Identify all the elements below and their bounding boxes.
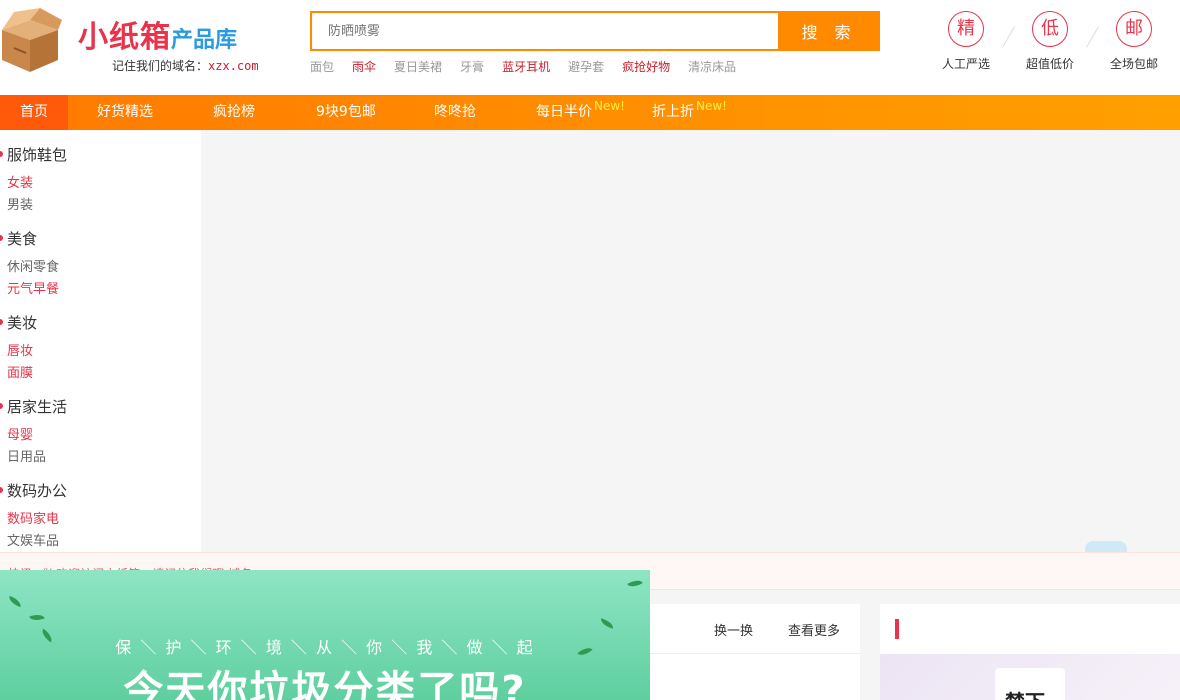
category-dot-icon: [0, 151, 3, 157]
logo-sub-text: 产品库: [171, 28, 238, 53]
hot-search-words: 面包 雨伞 夏日美裙 牙膏 蓝牙耳机 避孕套 疯抢好物 清凉床品: [310, 58, 810, 76]
search-button[interactable]: 搜 索: [778, 11, 880, 51]
category-dot-icon: [0, 403, 3, 409]
nav-item[interactable]: 好货精选: [97, 95, 153, 130]
category-title[interactable]: 服饰鞋包: [7, 144, 67, 165]
hot-word-link[interactable]: 牙膏: [460, 58, 484, 75]
category-link[interactable]: 女装: [7, 172, 33, 191]
nav-item[interactable]: 咚咚抢: [434, 95, 476, 130]
search-input[interactable]: [312, 13, 780, 49]
logo-main-text: 小纸箱: [78, 20, 171, 55]
leaf-icon: [627, 576, 643, 591]
domain-prefix: 记住我们的域名：: [112, 59, 209, 73]
nav-item-label: 首页: [20, 104, 48, 120]
product-card-text: 楚下: [1005, 686, 1045, 700]
ad-title: 今天你垃圾分类了吗?: [123, 668, 527, 700]
hot-word-link[interactable]: 夏日美裙: [394, 58, 442, 75]
promise-label: 人工严选: [941, 57, 990, 71]
hot-word-link[interactable]: 蓝牙耳机: [502, 58, 550, 75]
promise-item: 精人工严选: [930, 11, 1002, 72]
new-badge: New!: [594, 99, 625, 113]
hot-word-link[interactable]: 面包: [310, 58, 334, 75]
nav-item[interactable]: 每日半价 New!: [536, 95, 625, 130]
new-badge: New!: [696, 99, 727, 113]
nav-item-label: 折上折: [652, 104, 694, 120]
category-link[interactable]: 男装: [7, 194, 33, 213]
search-bar: 搜 索: [310, 11, 880, 51]
nav-item[interactable]: 疯抢榜: [213, 95, 255, 130]
promise-item: 邮全场包邮: [1098, 11, 1170, 72]
hot-word-link[interactable]: 雨伞: [352, 58, 376, 75]
category-dot-icon: [0, 487, 3, 493]
hot-word-link[interactable]: 疯抢好物: [622, 58, 670, 75]
nav-item[interactable]: 折上折 New!: [652, 95, 727, 130]
product-card[interactable]: 楚下: [995, 668, 1065, 700]
nav-item[interactable]: 首页: [0, 95, 68, 130]
nav-item-label: 好货精选: [97, 104, 153, 120]
recommend-panel: 换一换 查看更多: [648, 604, 860, 700]
category-link[interactable]: 数码家电: [7, 508, 59, 527]
site-header: 小纸箱产品库 记住我们的域名：xzx.com 搜 索 面包 雨伞 夏日美裙 牙膏 蓝牙耳…: [0, 0, 1180, 95]
promise-badge-icon: 邮: [1116, 11, 1152, 47]
category-dot-icon: [0, 319, 3, 325]
promise-badge-icon: 低: [1032, 11, 1068, 47]
category-link[interactable]: 面膜: [7, 362, 33, 381]
promise-badge-icon: 精: [948, 11, 984, 47]
promise-label: 超值低价: [1025, 57, 1074, 71]
leaf-icon: [29, 611, 45, 624]
promise-item: 低超值低价: [1014, 11, 1086, 72]
hot-word-link[interactable]: 清凉床品: [688, 58, 736, 75]
section-marker: [895, 619, 899, 639]
service-promises: 精人工严选低超值低价邮全场包邮: [930, 11, 1180, 81]
hot-word-link[interactable]: 避孕套: [568, 58, 604, 75]
category-title[interactable]: 数码办公: [7, 480, 67, 501]
panel-divider: [648, 653, 860, 654]
nav-item-label: 9块9包邮: [316, 104, 376, 120]
nav-item[interactable]: 9块9包邮: [316, 95, 376, 130]
category-title[interactable]: 美食: [7, 228, 37, 249]
ad-subtitle: 保 ＼ 护 ＼ 环 ＼ 境 ＼ 从 ＼ 你 ＼ 我 ＼ 做 ＼ 起: [115, 638, 535, 657]
category-link[interactable]: 母婴: [7, 424, 33, 443]
box-logo-icon[interactable]: [0, 8, 62, 74]
site-logo[interactable]: 小纸箱产品库: [78, 12, 238, 55]
divider: [1002, 26, 1015, 48]
refresh-link[interactable]: 换一换: [714, 620, 753, 639]
category-sidebar: 服饰鞋包女装男装美食休闲零食元气早餐美妆唇妆面膜居家生活母婴日用品数码办公数码家…: [0, 130, 201, 555]
category-title[interactable]: 居家生活: [7, 396, 67, 417]
promise-label: 全场包邮: [1109, 57, 1158, 71]
category-link[interactable]: 日用品: [7, 446, 46, 465]
banner-area: [201, 130, 1180, 555]
domain-text: xzx.com: [208, 59, 259, 73]
category-title[interactable]: 美妆: [7, 312, 37, 333]
category-link[interactable]: 唇妆: [7, 340, 33, 359]
side-panel: 楚下: [880, 604, 1180, 700]
leaf-icon: [7, 595, 23, 608]
domain-reminder: 记住我们的域名：xzx.com: [112, 57, 259, 74]
garbage-sorting-ad[interactable]: 保 ＼ 护 ＼ 环 ＼ 境 ＼ 从 ＼ 你 ＼ 我 ＼ 做 ＼ 起 今天你垃圾分…: [0, 570, 650, 700]
category-link[interactable]: 休闲零食: [7, 256, 59, 275]
category-link[interactable]: 元气早餐: [7, 278, 59, 297]
divider: [1086, 26, 1099, 48]
nav-item-label: 咚咚抢: [434, 104, 476, 120]
leaf-icon: [599, 618, 615, 629]
category-link[interactable]: 文娱车品: [7, 530, 59, 549]
main-nav: 首页 好货精选 疯抢榜 9块9包邮 咚咚抢 每日半价 New! 折上折 New!: [0, 95, 1180, 130]
category-dot-icon: [0, 235, 3, 241]
nav-item-label: 每日半价: [536, 104, 592, 120]
view-more-link[interactable]: 查看更多: [788, 620, 840, 639]
nav-item-label: 疯抢榜: [213, 104, 255, 120]
